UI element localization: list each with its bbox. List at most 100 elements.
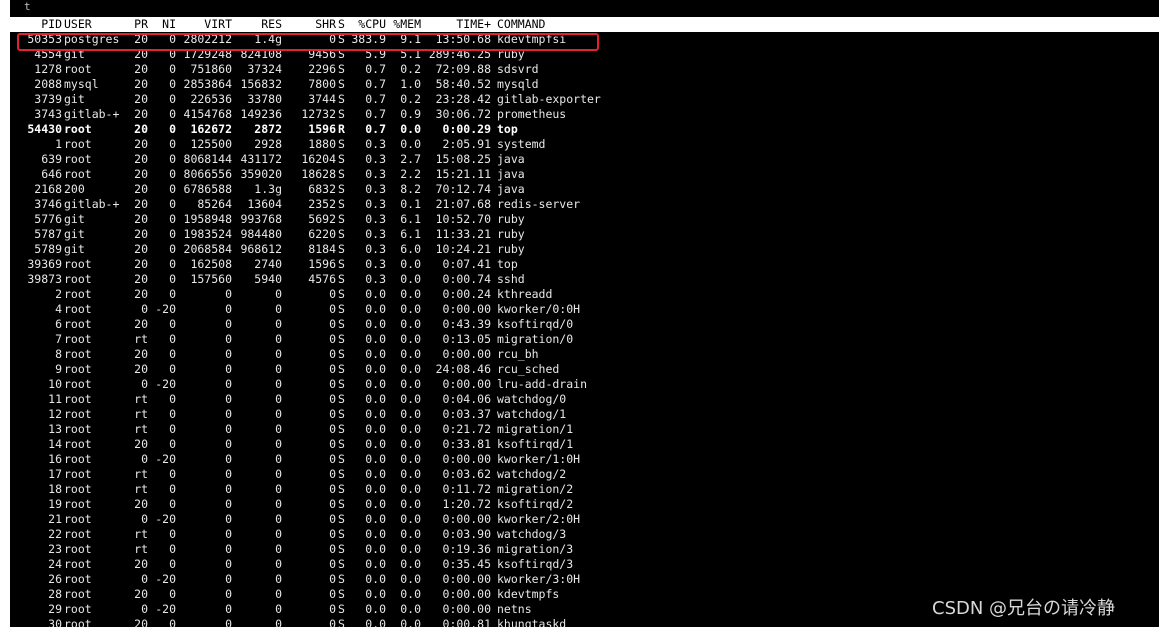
process-row[interactable]: 16 root 0 -20 0 0 0 S 0.0 0.0 0:00.00 kworker/1:0H: [10, 452, 1159, 467]
process-row[interactable]: 26 root 0 -20 0 0 0 S 0.0 0.0 0:00.00 kworker/3:0H: [10, 572, 1159, 587]
cell-ni: 0: [169, 287, 176, 301]
process-row[interactable]: 12 root rt 0 0 0 0 S 0.0 0.0 0:03.37 watchdog/1: [10, 407, 1159, 422]
cell-command: migration/2: [497, 482, 574, 496]
cell-virt: 0: [225, 527, 232, 541]
cell-res: 0: [275, 407, 282, 421]
process-row[interactable]: 10 root 0 -20 0 0 0 S 0.0 0.0 0:00.00 lru-add-drain: [10, 377, 1159, 392]
process-row[interactable]: 22 root rt 0 0 0 0 S 0.0 0.0 0:03.90 watchdog/3: [10, 527, 1159, 542]
process-row[interactable]: 39369 root 20 0 162508 2740 1596 S 0.3 0.0 0:07.41…: [10, 257, 1159, 272]
process-row[interactable]: 4 root 0 -20 0 0 0 S 0.0 0.0 0:00.00 kworker/0:0H: [10, 302, 1159, 317]
cell-user: root: [64, 347, 92, 361]
cell-shr: 0: [329, 317, 336, 331]
cell-command: kworker/2:0H: [497, 512, 581, 526]
process-row[interactable]: 11 root rt 0 0 0 0 S 0.0 0.0 0:04.06 watchdog/0: [10, 392, 1159, 407]
cell-ni: 0: [169, 92, 176, 106]
cell-ni: -20: [155, 452, 176, 466]
cell-virt: 751860: [190, 62, 232, 76]
process-row[interactable]: 639 root 20 0 8068144 431172 16204 S 0.3 2.7 15:08…: [10, 152, 1159, 167]
cell-res: 1.3g: [254, 182, 282, 196]
cell-shr: 1880: [308, 137, 336, 151]
cell-time: 0:00.00: [442, 377, 491, 391]
cell-shr: 0: [329, 437, 336, 451]
process-row[interactable]: 3746 gitlab-+ 20 0 85264 13604 2352 S 0.3 0.1 21:0…: [10, 197, 1159, 212]
process-row[interactable]: 50353 postgres 20 0 2802212 1.4g 0 S 383.9 9.1 13:…: [10, 32, 1159, 47]
process-row[interactable]: 1 root 20 0 125500 2928 1880 S 0.3 0.0 2:05.91 syst…: [10, 137, 1159, 152]
cell-s: S: [338, 32, 345, 46]
process-row[interactable]: 54430 root 20 0 162672 2872 1596 R 0.7 0.0 0:00.29…: [10, 122, 1159, 137]
cell-mem: 6.1: [400, 212, 421, 226]
process-row[interactable]: 2 root 20 0 0 0 0 S 0.0 0.0 0:00.24 kthreadd: [10, 287, 1159, 302]
cell-command: java: [497, 182, 525, 196]
cell-mem: 0.0: [400, 362, 421, 376]
cell-pr: 20: [134, 77, 148, 91]
cell-s: S: [338, 182, 345, 196]
cell-res: 5940: [254, 272, 282, 286]
cell-time: 72:09.88: [435, 62, 491, 76]
process-row[interactable]: 4554 git 20 0 1729248 824108 9456 S 5.9 5.1 289:46…: [10, 47, 1159, 62]
process-row[interactable]: 18 root rt 0 0 0 0 S 0.0 0.0 0:11.72 migration/2: [10, 482, 1159, 497]
process-row[interactable]: 23 root rt 0 0 0 0 S 0.0 0.0 0:19.36 migration/3: [10, 542, 1159, 557]
header-ni: NI: [162, 17, 176, 31]
process-row[interactable]: 24 root 20 0 0 0 0 S 0.0 0.0 0:35.45 ksoftirqd/3: [10, 557, 1159, 572]
cell-command: kworker/0:0H: [497, 302, 581, 316]
cell-pr: 20: [134, 257, 148, 271]
process-row[interactable]: 7 root rt 0 0 0 0 S 0.0 0.0 0:13.05 migration/0: [10, 332, 1159, 347]
cell-pid: 29: [48, 602, 62, 616]
process-row[interactable]: 1278 root 20 0 751860 37324 2296 S 0.7 0.2 72:09.8…: [10, 62, 1159, 77]
cell-s: S: [338, 62, 345, 76]
cell-command: kworker/1:0H: [497, 452, 581, 466]
cell-shr: 8184: [308, 242, 336, 256]
process-row[interactable]: 3739 git 20 0 226536 33780 3744 S 0.7 0.2 23:28.42…: [10, 92, 1159, 107]
cell-time: 23:28.42: [435, 92, 491, 106]
cell-user: root: [64, 287, 92, 301]
watermark-text: CSDN @兄台の请冷静: [932, 598, 1116, 619]
terminal-window[interactable]: t PID USER PR NI VIRT RES SHR S %CPU %ME…: [10, 0, 1159, 627]
process-row[interactable]: 646 root 20 0 8066556 359020 18628 S 0.3 2.2 15:21…: [10, 167, 1159, 182]
cell-pid: 23: [48, 542, 62, 556]
cell-command: ruby: [497, 227, 525, 241]
cell-pr: 20: [134, 182, 148, 196]
cell-command: prometheus: [497, 107, 567, 121]
cell-time: 15:08.25: [435, 152, 491, 166]
cell-ni: 0: [169, 242, 176, 256]
cell-shr: 0: [329, 542, 336, 556]
cell-s: S: [338, 212, 345, 226]
cell-ni: 0: [169, 212, 176, 226]
process-row[interactable]: 17 root rt 0 0 0 0 S 0.0 0.0 0:03.62 watchdog/2: [10, 467, 1159, 482]
process-row[interactable]: 3743 gitlab-+ 20 0 4154768 149236 12732 S 0.7 0.9…: [10, 107, 1159, 122]
header-s: S: [338, 17, 345, 31]
cell-mem: 0.0: [400, 602, 421, 616]
process-row[interactable]: 5789 git 20 0 2068584 968612 8184 S 0.3 6.0 10:24.…: [10, 242, 1159, 257]
process-row[interactable]: 14 root 20 0 0 0 0 S 0.0 0.0 0:33.81 ksoftirqd/1: [10, 437, 1159, 452]
cell-virt: 0: [225, 587, 232, 601]
process-row[interactable]: 39873 root 20 0 157560 5940 4576 S 0.3 0.0 0:00.74…: [10, 272, 1159, 287]
cell-command: ruby: [497, 242, 525, 256]
cell-s: S: [338, 257, 345, 271]
cell-pr: 20: [134, 152, 148, 166]
cell-s: S: [338, 407, 345, 421]
header-pr: PR: [134, 17, 148, 31]
cell-res: 993768: [240, 212, 282, 226]
cell-user: root: [64, 557, 92, 571]
cell-shr: 16204: [301, 152, 336, 166]
process-row[interactable]: 19 root 20 0 0 0 0 S 0.0 0.0 1:20.72 ksoftirqd/2: [10, 497, 1159, 512]
process-row[interactable]: 8 root 20 0 0 0 0 S 0.0 0.0 0:00.00 rcu_bh: [10, 347, 1159, 362]
process-row[interactable]: 21 root 0 -20 0 0 0 S 0.0 0.0 0:00.00 kworker/2:0H: [10, 512, 1159, 527]
process-row[interactable]: 5776 git 20 0 1958948 993768 5692 S 0.3 6.1 10:52.…: [10, 212, 1159, 227]
process-row[interactable]: 5787 git 20 0 1983524 984480 6220 S 0.3 6.1 11:33.…: [10, 227, 1159, 242]
process-row[interactable]: 6 root 20 0 0 0 0 S 0.0 0.0 0:43.39 ksoftirqd/0: [10, 317, 1159, 332]
cell-ni: 0: [169, 527, 176, 541]
cell-command: rcu_sched: [497, 362, 560, 376]
cell-time: 289:46.25: [428, 47, 491, 61]
cell-user: root: [64, 137, 92, 151]
cell-time: 13:50.68: [435, 32, 491, 46]
cell-res: 0: [275, 377, 282, 391]
cell-pr: 20: [134, 197, 148, 211]
process-row[interactable]: 13 root rt 0 0 0 0 S 0.0 0.0 0:21.72 migration/1: [10, 422, 1159, 437]
process-row[interactable]: 2168 200 20 0 6786588 1.3g 6832 S 0.3 8.2 70:12.74…: [10, 182, 1159, 197]
cell-time: 58:40.52: [435, 77, 491, 91]
process-row[interactable]: 2088 mysql 20 0 2853864 156832 7800 S 0.7 1.0 58:4…: [10, 77, 1159, 92]
cell-virt: 0: [225, 452, 232, 466]
process-row[interactable]: 9 root 20 0 0 0 0 S 0.0 0.0 24:08.46 rcu_sched: [10, 362, 1159, 377]
cell-virt: 0: [225, 572, 232, 586]
